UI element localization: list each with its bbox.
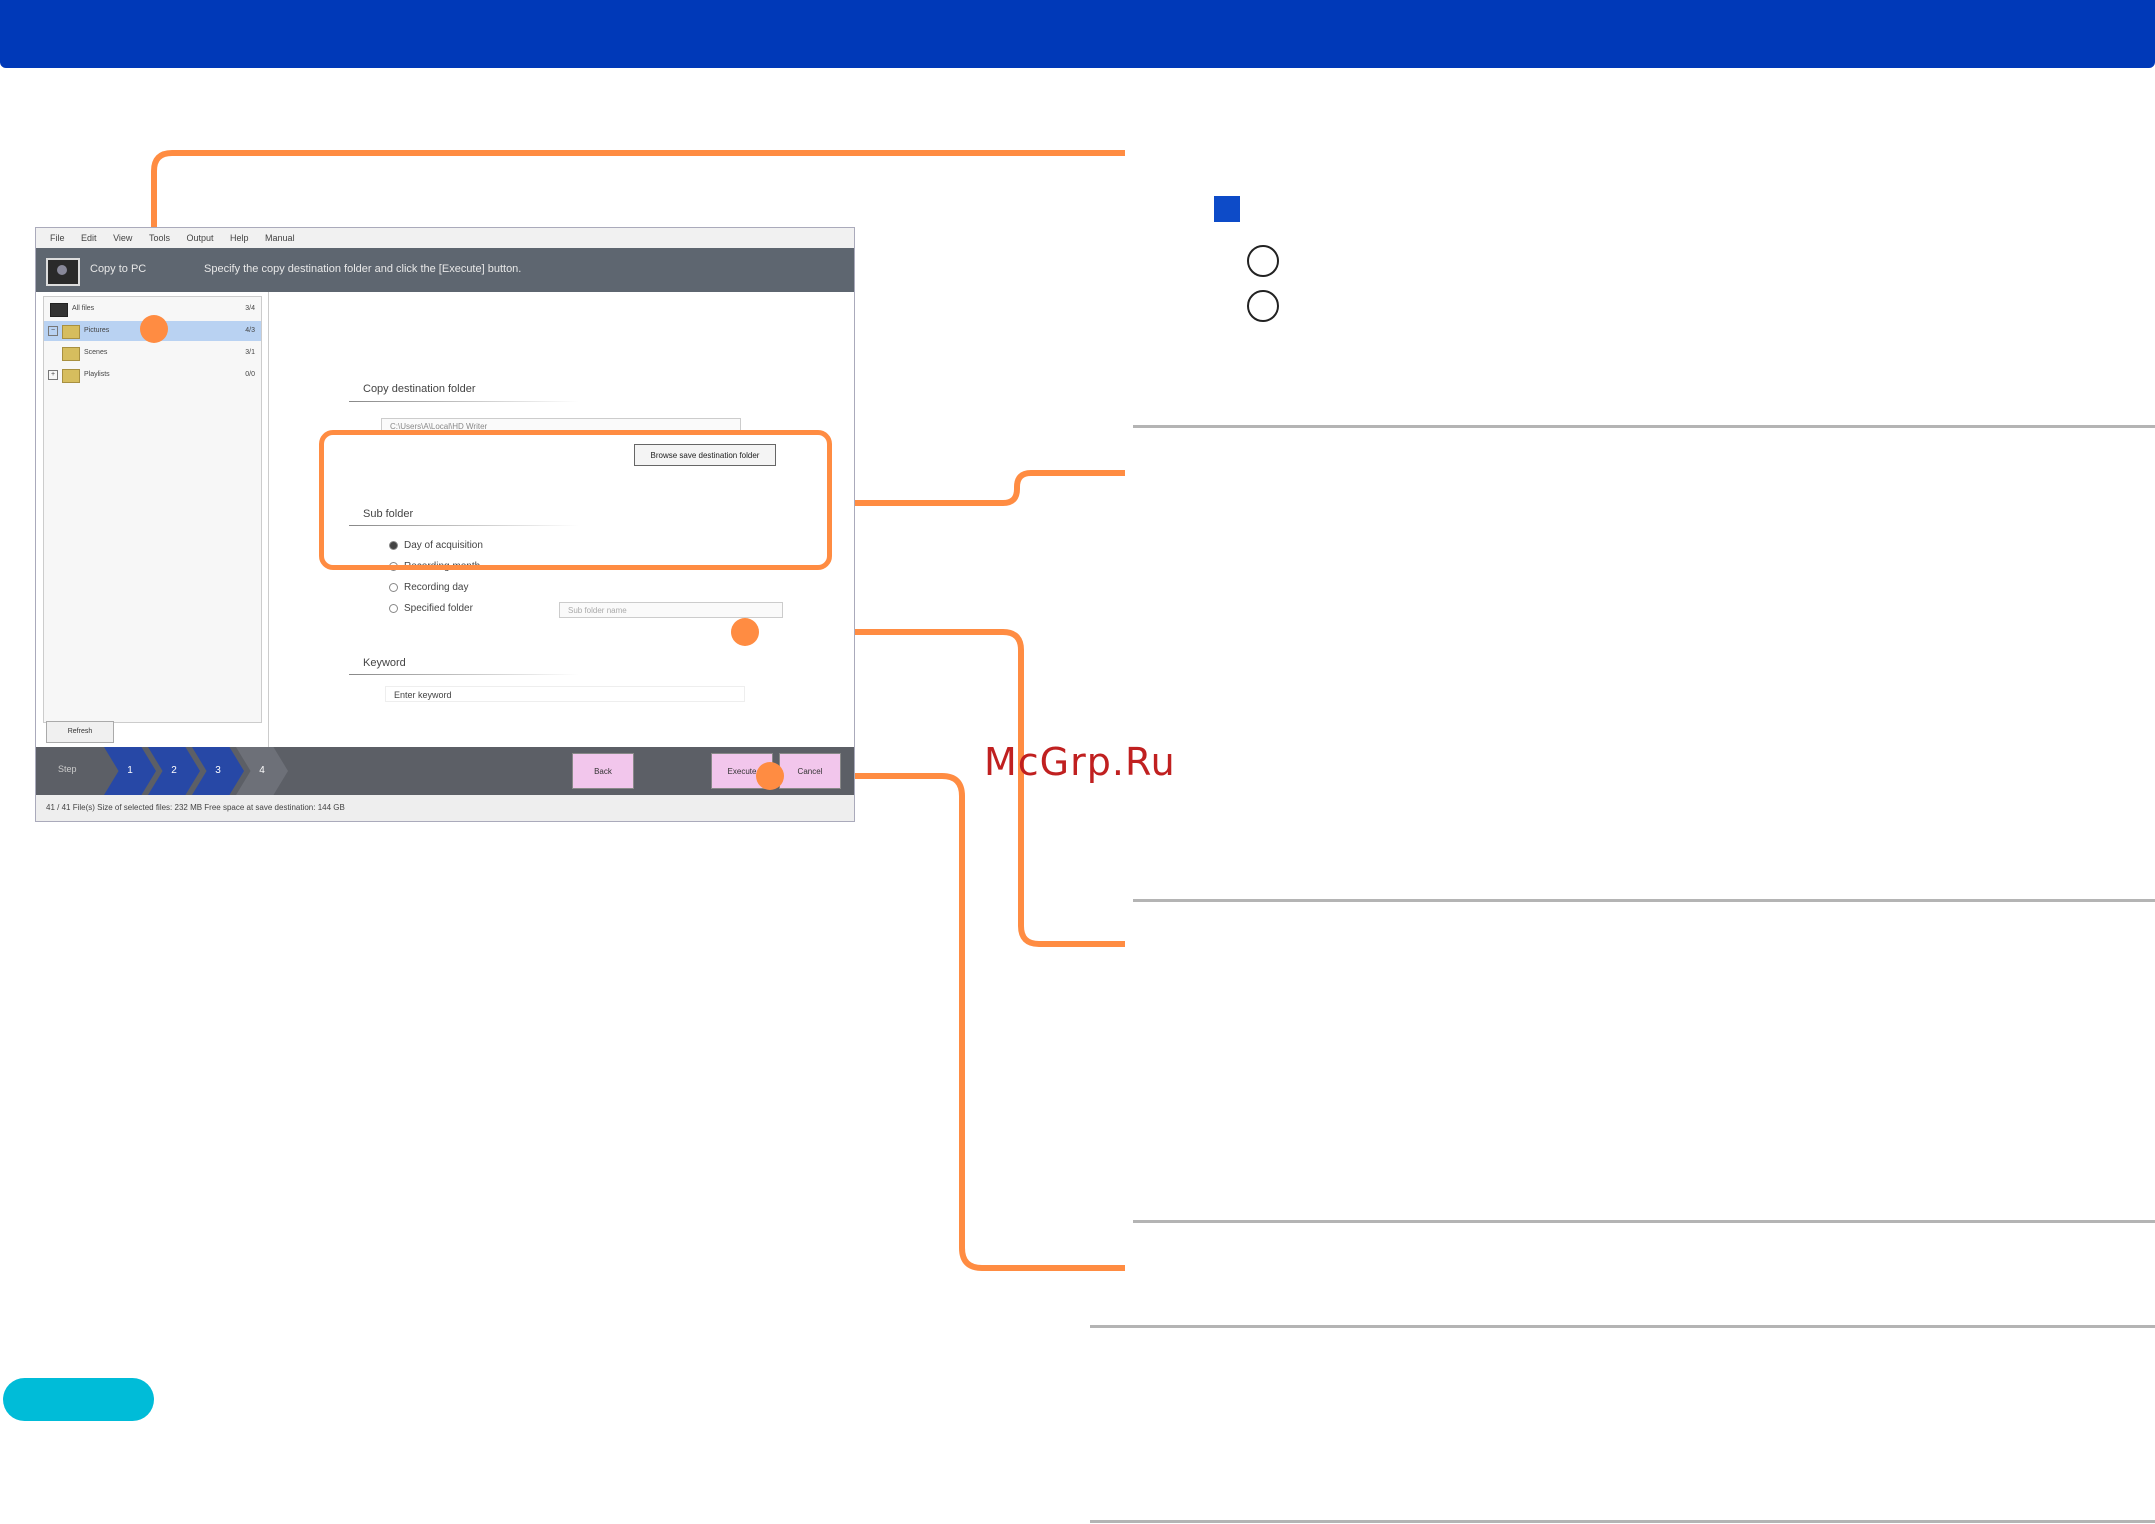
folder-icon: [62, 369, 80, 383]
menu-item-view[interactable]: View: [113, 233, 132, 243]
folder-icon: [62, 347, 80, 361]
sidebar-item-scenes[interactable]: Scenes 3/1: [44, 343, 261, 363]
step-bar: Step 1 2 3 4 Back Execute Cancel: [36, 747, 854, 795]
sub-folder-highlight: [319, 430, 832, 570]
section-divider: [1090, 1325, 2155, 1328]
copy-destination-heading: Copy destination folder: [363, 383, 476, 395]
sub-folder-name-input[interactable]: Sub folder name: [559, 602, 783, 618]
sidebar-item-playlists[interactable]: + Playlists 0/0: [44, 365, 261, 385]
radio-empty-icon: [389, 582, 398, 592]
back-button[interactable]: Back: [572, 753, 634, 789]
title-band: Copy to PC Specify the copy destination …: [36, 248, 854, 292]
radio-recording-day[interactable]: Recording day: [389, 582, 468, 593]
refresh-button[interactable]: Refresh: [46, 721, 114, 743]
sidebar-item-label: Playlists: [84, 371, 110, 378]
camera-icon: [50, 303, 68, 317]
section-divider: [1133, 425, 2155, 428]
menu-item-file[interactable]: File: [50, 233, 65, 243]
window-title: Copy to PC: [90, 263, 147, 275]
callout-dot-keyword: [731, 618, 759, 646]
menu-bar: File Edit View Tools Output Help Manual: [36, 228, 854, 248]
camera-icon: [46, 258, 80, 286]
callout-line-subfolder: [832, 470, 1125, 506]
menu-item-help[interactable]: Help: [230, 233, 249, 243]
radio-specified-folder[interactable]: Specified folder: [389, 603, 473, 614]
cancel-button[interactable]: Cancel: [779, 753, 841, 789]
divider: [349, 401, 579, 402]
sidebar-item-count: 0/0: [245, 371, 255, 378]
status-bar: 41 / 41 File(s) Size of selected files: …: [36, 795, 854, 821]
instruction-text: Specify the copy destination folder and …: [204, 263, 522, 275]
tip-badge: [3, 1378, 154, 1421]
menu-item-edit[interactable]: Edit: [81, 233, 97, 243]
keyword-heading: Keyword: [363, 657, 406, 669]
watermark: McGrp.Ru: [984, 740, 1176, 784]
section-divider: [1133, 899, 2155, 902]
menu-item-manual[interactable]: Manual: [265, 233, 295, 243]
sidebar-item-label: All files: [72, 305, 95, 312]
sidebar: All files 3/4 − Pictures 4/3 Scenes 3/1 …: [43, 296, 262, 723]
collapse-icon[interactable]: −: [48, 326, 58, 336]
status-text: 41 / 41 File(s) Size of selected files: …: [46, 803, 345, 812]
menu-item-tools[interactable]: Tools: [149, 233, 170, 243]
section-marker-square: [1214, 196, 1240, 222]
folder-icon: [62, 325, 80, 339]
circle-marker-2: [1247, 290, 1279, 322]
section-divider: [1133, 1220, 2155, 1223]
callout-dot-sidebar: [140, 315, 168, 343]
step-1: 1: [104, 747, 156, 795]
expand-icon[interactable]: +: [48, 370, 58, 380]
sidebar-item-label: Pictures: [84, 327, 110, 334]
callout-line-execute: [770, 773, 1125, 1271]
callout-dot-execute: [756, 762, 784, 790]
circle-marker-1: [1247, 245, 1279, 277]
radio-empty-icon: [389, 603, 398, 613]
step-label: Step: [58, 764, 77, 774]
sidebar-item-label: Scenes: [84, 349, 108, 356]
menu-item-output[interactable]: Output: [186, 233, 213, 243]
page-header-bar: [0, 0, 2155, 68]
sidebar-item-count: 3/4: [245, 305, 255, 312]
sidebar-item-count: 4/3: [245, 327, 255, 334]
keyword-input[interactable]: Enter keyword: [385, 686, 745, 702]
divider: [349, 674, 579, 675]
sidebar-item-count: 3/1: [245, 349, 255, 356]
section-divider: [1090, 1520, 2155, 1523]
